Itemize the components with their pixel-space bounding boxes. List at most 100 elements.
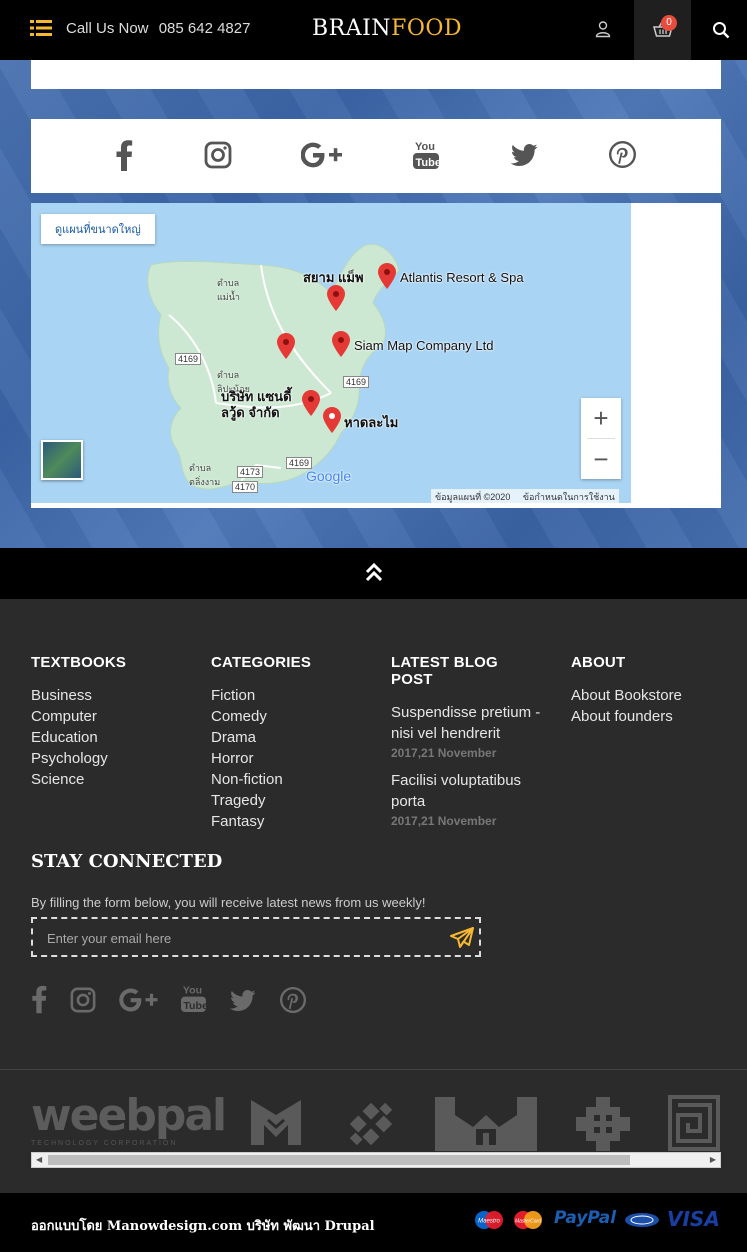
map-terms-link[interactable]: ข้อกำหนดในการใช้งาน xyxy=(523,492,615,502)
paper-plane-icon xyxy=(450,927,474,948)
cart-button[interactable]: 0 xyxy=(634,0,691,60)
footer-link[interactable]: Tragedy xyxy=(211,790,311,811)
subscribe-button[interactable] xyxy=(450,927,474,954)
footer-link[interactable]: Comedy xyxy=(211,706,311,727)
footer-link[interactable]: Psychology xyxy=(31,748,126,769)
user-account-button[interactable] xyxy=(594,20,612,43)
road-marker: 4169 xyxy=(175,353,202,365)
map-label-tambon-3: ตำบล ตลิ่งงาม xyxy=(189,463,221,487)
footer-link[interactable]: Computer xyxy=(31,706,126,727)
footer-heading: CATEGORIES xyxy=(211,654,312,671)
list-icon xyxy=(30,20,52,36)
twitter-icon[interactable] xyxy=(229,990,256,1016)
footer-link[interactable]: About founders xyxy=(571,706,682,727)
youtube-icon[interactable]: You Tube xyxy=(413,139,441,176)
footer-heading: ABOUT xyxy=(571,654,626,671)
blog-post-date: 2017,21 November xyxy=(391,746,497,760)
footer-link[interactable]: Business xyxy=(31,685,126,706)
search-button[interactable] xyxy=(712,21,730,44)
blog-post-title[interactable]: Suspendisse pretium - nisi vel hendrerit xyxy=(391,702,541,744)
footer-link[interactable]: About Bookstore xyxy=(571,685,682,706)
content-area: You Tube ดูแผนที่ขนาดใหญ่ ตำบล แม่น้ำ ตำบ… xyxy=(0,60,747,548)
mastercard-icon: MasterCard xyxy=(514,1211,542,1229)
footer-link[interactable]: Education xyxy=(31,727,126,748)
map-container: ดูแผนที่ขนาดใหญ่ ตำบล แม่น้ำ ตำบล ลิปะน้… xyxy=(31,203,721,508)
footer-about: ABOUT About Bookstore About founders xyxy=(571,654,682,727)
content-card-bottom xyxy=(31,60,721,89)
social-share-bar: You Tube xyxy=(31,119,721,193)
logo-text-food: FOOD xyxy=(391,16,463,41)
instagram-icon[interactable] xyxy=(70,987,96,1018)
svg-text:Maestro: Maestro xyxy=(478,1219,500,1225)
zoom-in-button[interactable]: + xyxy=(581,398,621,438)
bottom-bar: ออกแบบโดย Manowdesign.com บริษัท พัฒนา D… xyxy=(0,1193,747,1252)
zoom-out-button[interactable]: − xyxy=(581,439,621,479)
map-pin-icon[interactable] xyxy=(302,390,320,416)
google-plus-icon[interactable] xyxy=(300,142,343,173)
map-zoom-control: + − xyxy=(581,398,621,479)
google-plus-icon[interactable] xyxy=(119,988,159,1017)
back-to-top-bar xyxy=(0,548,747,599)
youtube-icon[interactable]: You Tube xyxy=(181,983,208,1019)
google-logo: Google xyxy=(306,468,352,484)
scroll-right-icon[interactable]: ▶ xyxy=(710,1155,716,1164)
cart-count-badge: 0 xyxy=(661,15,677,31)
scroll-left-icon[interactable]: ◀ xyxy=(36,1155,42,1164)
pinterest-icon[interactable] xyxy=(608,140,637,173)
visa-icon: VISA xyxy=(667,1207,720,1231)
weebpal-logo[interactable]: weebpal TECHNOLOGY CORPORATION xyxy=(31,1090,227,1148)
phone-number[interactable]: 085 642 4827 xyxy=(159,20,251,37)
partner-logo-5[interactable] xyxy=(668,1095,720,1151)
view-larger-map-button[interactable]: ดูแผนที่ขนาดใหญ่ xyxy=(41,214,155,244)
blog-post-title[interactable]: Facilisi voluptatibus porta xyxy=(391,770,541,812)
svg-text:You: You xyxy=(415,141,435,153)
newsletter-form xyxy=(31,917,481,957)
facebook-icon[interactable] xyxy=(31,984,47,1019)
svg-text:You: You xyxy=(183,985,202,997)
map-label-atlantis: Atlantis Resort & Spa xyxy=(400,270,524,285)
user-icon xyxy=(595,21,611,38)
pinterest-icon[interactable] xyxy=(279,986,307,1018)
map-data-credit: ข้อมูลแผนที่ ©2020 xyxy=(435,492,511,502)
footer-link[interactable]: Horror xyxy=(211,748,311,769)
blog-post: Facilisi voluptatibus porta 2017,21 Nove… xyxy=(391,770,541,828)
blog-post: Suspendisse pretium - nisi vel hendrerit… xyxy=(391,702,541,760)
menu-toggle-button[interactable] xyxy=(30,18,52,40)
stay-connected-heading: STAY CONNECTED xyxy=(31,851,223,872)
scroll-thumb[interactable] xyxy=(48,1155,630,1165)
footer-heading: TEXTBOOKS xyxy=(31,654,127,671)
weebpal-tagline: TECHNOLOGY CORPORATION xyxy=(31,1140,178,1147)
partner-logos: weebpal TECHNOLOGY CORPORATION ◀ ▶ xyxy=(0,1069,747,1193)
site-footer: TEXTBOOKS Business Computer Education Ps… xyxy=(0,599,747,1069)
facebook-icon[interactable] xyxy=(115,139,133,176)
horizontal-scrollbar[interactable]: ◀ ▶ xyxy=(31,1152,721,1168)
twitter-icon[interactable] xyxy=(510,144,538,171)
email-input[interactable] xyxy=(47,928,427,948)
satellite-toggle[interactable] xyxy=(41,440,83,480)
footer-textbooks: TEXTBOOKS Business Computer Education Ps… xyxy=(31,654,126,790)
footer-link[interactable]: Science xyxy=(31,769,126,790)
paypal-icon: PayPal xyxy=(554,1208,617,1228)
partner-logo-2[interactable] xyxy=(342,1095,400,1153)
partner-logo-3[interactable] xyxy=(433,1095,539,1153)
footer-link[interactable]: Fantasy xyxy=(211,811,311,832)
footer-link[interactable]: Fiction xyxy=(211,685,311,706)
instagram-icon[interactable] xyxy=(204,141,232,174)
logo-text-brain: BRAIN xyxy=(312,16,392,41)
partner-logo-4[interactable] xyxy=(574,1095,632,1153)
footer-link[interactable]: Non-fiction xyxy=(211,769,311,790)
svg-text:MasterCard: MasterCard xyxy=(515,1219,541,1225)
design-credit: ออกแบบโดย Manowdesign.com บริษัท พัฒนา D… xyxy=(31,1219,375,1234)
discover-icon xyxy=(625,1213,659,1227)
weebpal-wordmark: weebpal xyxy=(31,1090,227,1141)
double-chevron-up-icon[interactable] xyxy=(364,562,384,584)
map-pin-icon[interactable] xyxy=(327,285,345,311)
map-pin-icon[interactable] xyxy=(323,407,341,433)
partner-logo-1[interactable] xyxy=(246,1095,306,1150)
map-pin-icon[interactable] xyxy=(277,333,295,359)
map-pin-icon[interactable] xyxy=(378,263,396,289)
map-pin-icon[interactable] xyxy=(332,331,350,357)
footer-link[interactable]: Drama xyxy=(211,727,311,748)
site-logo[interactable]: BRAINFOOD xyxy=(312,16,462,41)
google-map[interactable]: ดูแผนที่ขนาดใหญ่ ตำบล แม่น้ำ ตำบล ลิปะน้… xyxy=(31,203,631,503)
